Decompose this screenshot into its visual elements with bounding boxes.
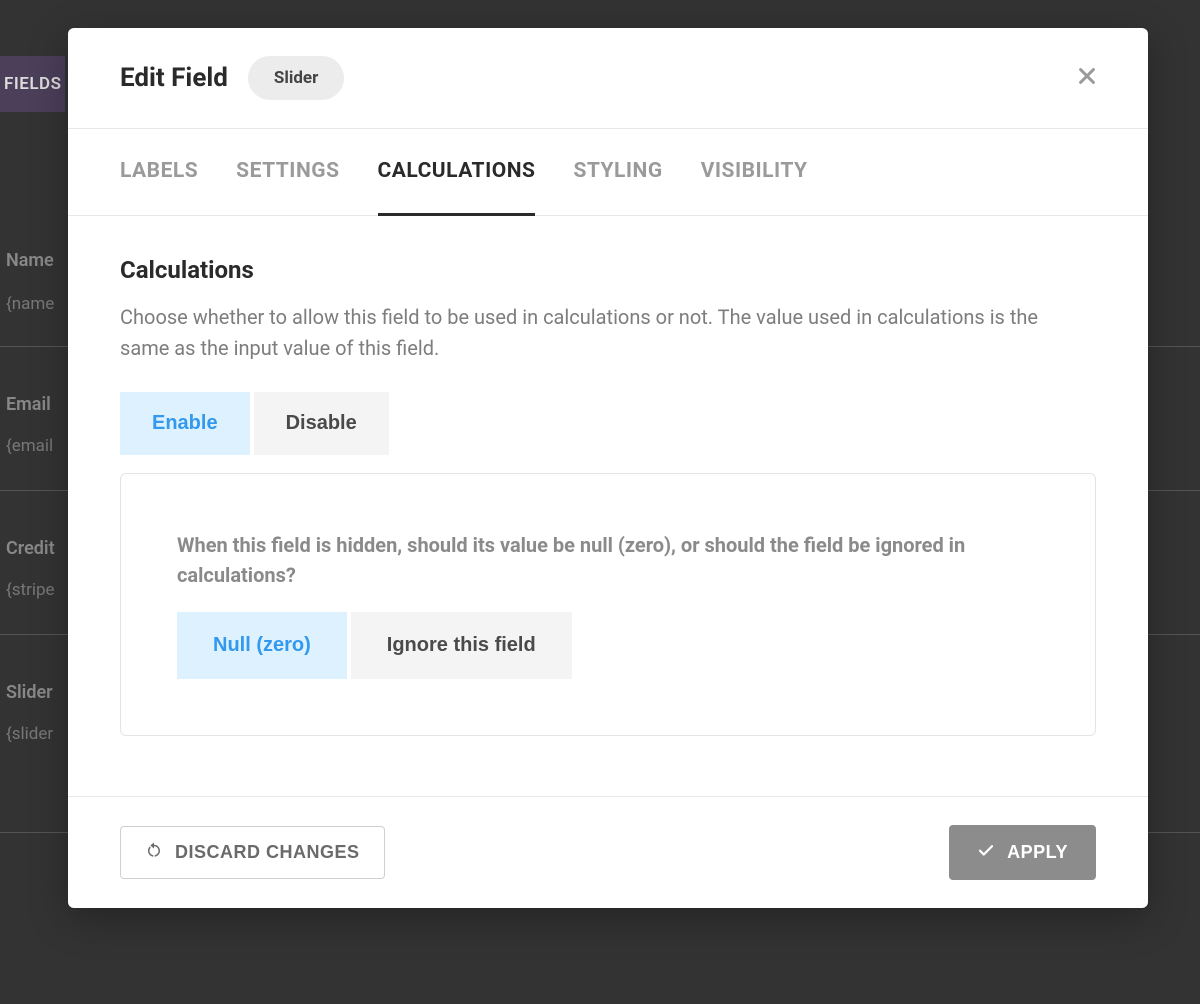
edit-field-modal: Edit Field Slider LABELS SETTINGS CALCUL…: [68, 28, 1148, 908]
disable-button[interactable]: Disable: [254, 392, 389, 455]
null-zero-button[interactable]: Null (zero): [177, 612, 347, 679]
section-description: Choose whether to allow this field to be…: [120, 302, 1090, 364]
tab-visibility[interactable]: VISIBILITY: [701, 129, 808, 216]
backdrop-item-token: {name: [6, 294, 54, 314]
backdrop-item-label: Name: [6, 250, 54, 271]
backdrop-item-label: Email: [6, 394, 51, 415]
modal-footer: DISCARD CHANGES APPLY: [68, 796, 1148, 908]
hidden-behavior-question: When this field is hidden, should its va…: [177, 530, 1007, 590]
close-icon: [1076, 65, 1098, 91]
backdrop-item-label: Slider: [6, 682, 53, 703]
tab-calculations[interactable]: CALCULATIONS: [378, 129, 536, 216]
discard-changes-label: DISCARD CHANGES: [175, 842, 360, 863]
calc-enable-toggle: Enable Disable: [120, 392, 1096, 455]
backdrop-sidebar: FIELDS Name {name Email {email Credit {s…: [0, 0, 70, 1004]
backdrop-item-token: {slider: [6, 724, 53, 744]
apply-button[interactable]: APPLY: [949, 825, 1096, 880]
modal-body: Calculations Choose whether to allow thi…: [68, 216, 1148, 796]
modal-header: Edit Field Slider: [68, 28, 1148, 129]
close-button[interactable]: [1076, 65, 1098, 91]
backdrop-item-label: Credit: [6, 538, 55, 559]
hidden-behavior-toggle: Null (zero) Ignore this field: [177, 612, 1039, 679]
hidden-behavior-panel: When this field is hidden, should its va…: [120, 473, 1096, 736]
modal-tabs: LABELS SETTINGS CALCULATIONS STYLING VIS…: [68, 129, 1148, 216]
tab-settings[interactable]: SETTINGS: [236, 129, 339, 216]
backdrop-fields-tab: FIELDS: [0, 56, 65, 112]
check-icon: [977, 841, 995, 864]
enable-button[interactable]: Enable: [120, 392, 250, 455]
section-title: Calculations: [120, 256, 1096, 284]
undo-icon: [145, 841, 163, 864]
field-type-badge: Slider: [248, 56, 344, 100]
apply-label: APPLY: [1007, 842, 1068, 863]
ignore-field-button[interactable]: Ignore this field: [351, 612, 572, 679]
backdrop-item-token: {email: [6, 436, 53, 456]
backdrop-item-token: {stripe: [6, 580, 55, 600]
tab-styling[interactable]: STYLING: [573, 129, 662, 216]
tab-labels[interactable]: LABELS: [120, 129, 198, 216]
discard-changes-button[interactable]: DISCARD CHANGES: [120, 826, 385, 879]
modal-title: Edit Field: [120, 63, 228, 93]
